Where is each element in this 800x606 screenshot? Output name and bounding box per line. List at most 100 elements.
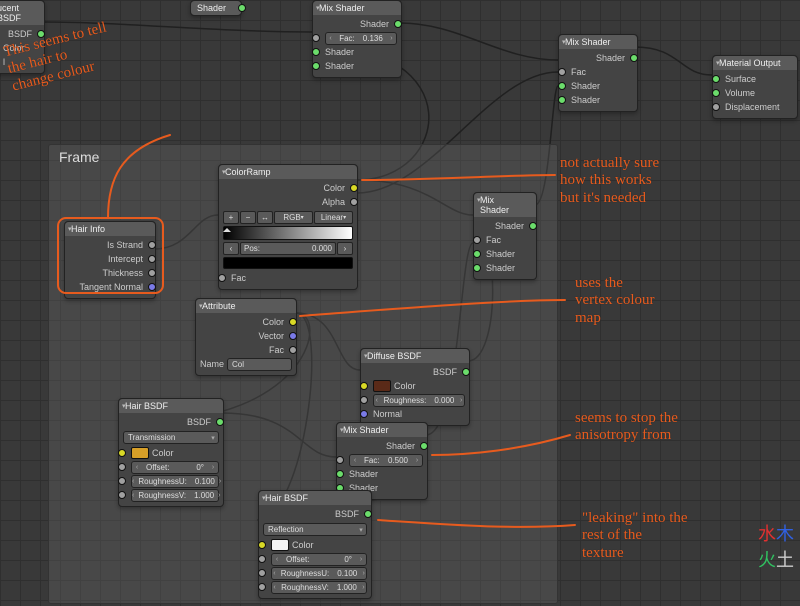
socket-out[interactable] [148, 269, 156, 277]
socket-shader-out[interactable] [238, 4, 246, 12]
component-dropdown[interactable]: Reflection▾ [263, 523, 367, 536]
roughv-field[interactable]: ‹RoughnessV:1.000› [271, 581, 367, 594]
roughu-field[interactable]: ‹RoughnessU:0.100› [131, 475, 219, 488]
socket-shader-in[interactable] [473, 250, 481, 258]
color-swatch[interactable] [131, 447, 149, 459]
node-hair-bsdf-transmission[interactable]: ▾Hair BSDF BSDF Transmission▾ Color ‹Off… [118, 398, 224, 507]
socket-label: Color [323, 183, 345, 193]
socket-shader-in[interactable] [473, 264, 481, 272]
remove-stop-button[interactable]: − [240, 211, 256, 224]
node-shader-top[interactable]: Shader [190, 0, 242, 16]
roughv-field[interactable]: ‹RoughnessV:1.000› [131, 489, 219, 502]
socket-shader-out[interactable] [630, 54, 638, 62]
socket-shader-in[interactable] [312, 62, 320, 70]
socket-out[interactable] [148, 283, 156, 291]
socket-label: Surface [725, 74, 756, 84]
socket-label: Color [262, 317, 284, 327]
gradient-bar[interactable] [223, 226, 353, 240]
stop-color-swatch[interactable] [223, 257, 353, 269]
socket-shader-in[interactable] [558, 96, 566, 104]
socket-out[interactable] [148, 255, 156, 263]
node-color-ramp[interactable]: ▾ColorRamp Color Alpha + − ↔ RGB ▾ Linea… [218, 164, 358, 290]
socket-fac-in[interactable] [473, 236, 481, 244]
socket-fac-in[interactable] [218, 274, 226, 282]
offset-field[interactable]: ‹Offset:0°› [271, 553, 367, 566]
socket-roughness-in[interactable] [360, 396, 368, 404]
color-mode-dropdown[interactable]: RGB ▾ [274, 211, 313, 224]
node-mix-shader-4[interactable]: ▾Mix Shader Shader ‹Fac:0.500› Shader Sh… [336, 422, 428, 500]
node-material-output[interactable]: ▾Material Output Surface Volume Displace… [712, 55, 798, 119]
socket-displacement-in[interactable] [712, 103, 720, 111]
socket-label: Fac [571, 67, 586, 77]
socket-label: Fac [231, 273, 246, 283]
socket-shader-out[interactable] [216, 418, 224, 426]
socket-color-out[interactable] [350, 184, 358, 192]
socket-shader-in[interactable] [312, 48, 320, 56]
add-stop-button[interactable]: + [223, 211, 239, 224]
socket-roughu-in[interactable] [118, 477, 126, 485]
node-mix-shader-3[interactable]: ▾Mix Shader Shader Fac Shader Shader [473, 192, 537, 280]
fac-field[interactable]: ‹Fac:0.136› [325, 32, 397, 45]
roughu-field[interactable]: ‹RoughnessU:0.100› [271, 567, 367, 580]
interp-dropdown[interactable]: Linear ▾ [314, 211, 353, 224]
socket-color-in[interactable] [360, 382, 368, 390]
socket-offset-in[interactable] [258, 555, 266, 563]
roughness-field[interactable]: ‹Roughness:0.000› [373, 394, 465, 407]
attribute-name-field[interactable]: Col [227, 358, 292, 371]
socket-offset-in[interactable] [118, 463, 126, 471]
socket-fac-out[interactable] [289, 346, 297, 354]
stop-next[interactable]: › [337, 242, 353, 255]
frame-label: Frame [59, 149, 99, 165]
socket-alpha-out[interactable] [350, 198, 358, 206]
socket-volume-in[interactable] [712, 89, 720, 97]
node-mix-shader-1[interactable]: ▾Mix Shader Shader ‹Fac:0.136› Shader Sh… [312, 0, 402, 78]
socket-fac-in[interactable] [312, 34, 320, 42]
socket-label: Thickness [102, 268, 143, 278]
socket-surface-in[interactable] [712, 75, 720, 83]
annotation-2: not actually sure how this works but it'… [560, 155, 659, 207]
component-dropdown[interactable]: Transmission▾ [123, 431, 219, 444]
color-swatch[interactable] [271, 539, 289, 551]
node-translucent-bsdf[interactable]: ▸ucent BSDF BSDF Color l [0, 0, 45, 74]
socket-shader-out[interactable] [462, 368, 470, 376]
socket-label: Fac [486, 235, 501, 245]
socket-normal-in[interactable] [360, 410, 368, 418]
socket-fac-in[interactable] [336, 456, 344, 464]
socket-roughv-in[interactable] [258, 583, 266, 591]
socket-roughv-in[interactable] [118, 491, 126, 499]
pos-field[interactable]: Pos:0.000 [240, 242, 336, 255]
socket-fac-in[interactable] [558, 68, 566, 76]
annotation-4: seems to stop the anisotropy from [575, 410, 678, 445]
socket-label: Shader [386, 441, 415, 451]
socket-shader-out[interactable] [529, 222, 537, 230]
node-mix-shader-2[interactable]: ▾Mix Shader Shader Fac Shader Shader [558, 34, 638, 112]
socket-roughu-in[interactable] [258, 569, 266, 577]
socket-shader-out[interactable] [394, 20, 402, 28]
socket-shader-in[interactable] [558, 82, 566, 90]
offset-field[interactable]: ‹Offset:0°› [131, 461, 219, 474]
flip-button[interactable]: ↔ [257, 211, 273, 224]
socket-label: Shader [596, 53, 625, 63]
socket-shader-out[interactable] [364, 510, 372, 518]
name-label: Name [200, 359, 224, 369]
socket-color-in[interactable] [118, 449, 126, 457]
node-diffuse-bsdf[interactable]: ▾Diffuse BSDF BSDF Color ‹Roughness:0.00… [360, 348, 470, 426]
fac-field[interactable]: ‹Fac:0.500› [349, 454, 423, 467]
socket-label: Is Strand [107, 240, 143, 250]
socket-shader-in[interactable] [336, 470, 344, 478]
node-title: Mix Shader [319, 3, 365, 13]
socket-out[interactable] [148, 241, 156, 249]
socket-label: l [3, 57, 5, 67]
stop-prev[interactable]: ‹ [223, 242, 239, 255]
socket-vector-out[interactable] [289, 332, 297, 340]
node-hair-bsdf-reflection[interactable]: ▾Hair BSDF BSDF Reflection▾ Color ‹Offse… [258, 490, 372, 599]
socket-color-out[interactable] [289, 318, 297, 326]
annotation-3: uses the vertex colour map [575, 275, 655, 327]
socket-label: Shader [325, 47, 354, 57]
color-swatch[interactable] [373, 380, 391, 392]
node-hair-info[interactable]: ▾Hair Info Is Strand Intercept Thickness… [64, 221, 156, 299]
socket-color-in[interactable] [258, 541, 266, 549]
node-attribute[interactable]: ▾Attribute Color Vector Fac Name Col [195, 298, 297, 376]
socket-shader-out[interactable] [37, 30, 45, 38]
socket-shader-out[interactable] [420, 442, 428, 450]
